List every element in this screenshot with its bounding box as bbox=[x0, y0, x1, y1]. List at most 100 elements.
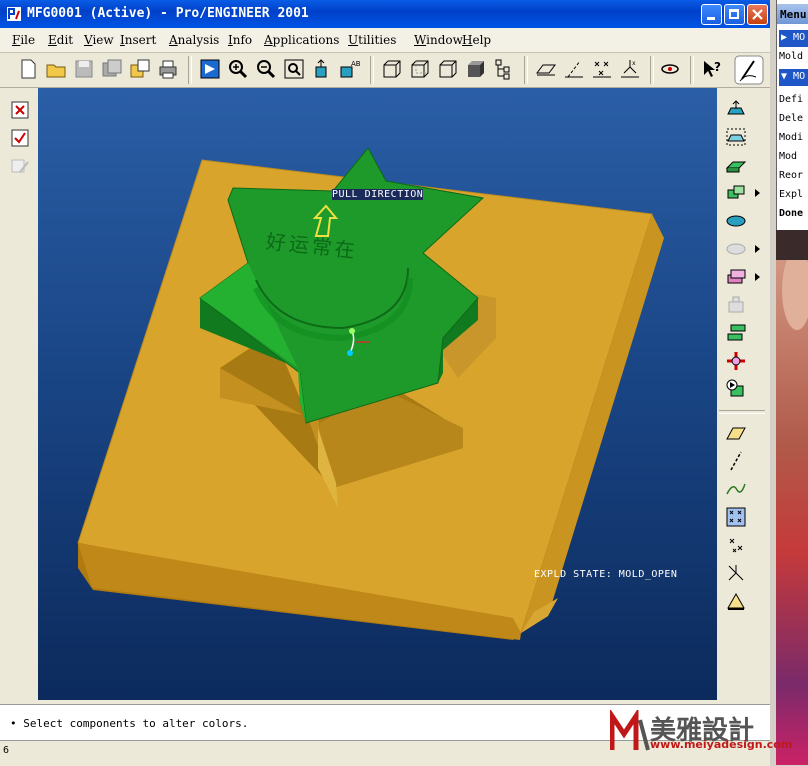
menu-row-modify[interactable]: Modi bbox=[779, 132, 803, 143]
menu-manager: Menu ▶ MO Mold ▼ MO Defi Dele Modi Mod R… bbox=[776, 0, 808, 230]
no-hidden-icon[interactable] bbox=[436, 57, 460, 81]
edit-component-icon bbox=[11, 159, 29, 173]
command-prefix: 6 bbox=[3, 745, 10, 756]
save-icon[interactable] bbox=[72, 57, 96, 81]
datum-curve-tool-icon[interactable] bbox=[725, 478, 747, 500]
close-icon bbox=[752, 9, 763, 20]
menu-analysis[interactable]: Analysis bbox=[169, 33, 219, 47]
meiya-logo-icon bbox=[610, 710, 650, 751]
new-file-icon[interactable] bbox=[16, 57, 40, 81]
background-photo bbox=[776, 230, 808, 765]
maximize-button[interactable] bbox=[724, 4, 745, 25]
menu-file[interactable]: File bbox=[12, 33, 35, 47]
orient-icon[interactable] bbox=[310, 57, 334, 81]
workpiece-icon[interactable] bbox=[725, 126, 747, 148]
datum-point-pattern-icon[interactable] bbox=[725, 506, 747, 528]
menu-row-mod[interactable]: Mod bbox=[779, 151, 797, 162]
delete-component-icon[interactable] bbox=[10, 100, 30, 120]
menu-header-mold-comp[interactable]: ▼ MO bbox=[779, 69, 808, 86]
face-shape bbox=[782, 250, 808, 330]
svg-text:x: x bbox=[632, 60, 636, 67]
status-message: • Select components to alter colors. bbox=[10, 717, 249, 730]
context-help-icon[interactable]: ? bbox=[700, 57, 724, 81]
analysis-feature-icon[interactable] bbox=[725, 590, 747, 612]
save-copy-icon[interactable] bbox=[100, 57, 124, 81]
spin-center-icon[interactable] bbox=[658, 57, 682, 81]
saved-views-icon[interactable]: AB bbox=[338, 57, 362, 81]
volume-icon[interactable] bbox=[725, 210, 747, 232]
accept-component-icon[interactable] bbox=[10, 128, 30, 148]
sketch-pencil-icon[interactable] bbox=[734, 55, 764, 85]
casting-icon bbox=[728, 296, 744, 313]
repaint-icon[interactable] bbox=[198, 57, 222, 81]
hair-shape bbox=[776, 230, 808, 260]
maximize-icon bbox=[729, 9, 739, 19]
flyout-arrow-icon[interactable] bbox=[755, 245, 760, 253]
menu-view[interactable]: View bbox=[84, 33, 114, 47]
menu-utilities[interactable]: Utilities bbox=[348, 33, 396, 47]
menu-manager-title: Menu bbox=[777, 4, 808, 24]
datum-plane-tool-icon[interactable] bbox=[725, 422, 747, 444]
title-bar[interactable]: MFG0001 (Active) - Pro/ENGINEER 2001 bbox=[0, 0, 770, 28]
main-toolbar: AB x ? bbox=[0, 53, 770, 88]
mold-model[interactable] bbox=[38, 88, 717, 700]
menu-insert[interactable]: Insert bbox=[120, 33, 156, 47]
menu-bar: File Edit View Insert Analysis Info Appl… bbox=[0, 28, 770, 53]
refit-icon[interactable] bbox=[282, 57, 306, 81]
datum-point-tool-icon[interactable] bbox=[725, 534, 747, 556]
print-icon[interactable] bbox=[156, 57, 180, 81]
menu-info[interactable]: Info bbox=[228, 33, 252, 47]
parting-surface-icon[interactable] bbox=[725, 182, 747, 204]
backup-icon[interactable] bbox=[128, 57, 152, 81]
datum-axes-icon[interactable] bbox=[562, 57, 586, 81]
flyout-arrow-icon[interactable] bbox=[755, 273, 760, 281]
open-folder-icon[interactable] bbox=[44, 57, 68, 81]
flyout-arrow-icon[interactable] bbox=[755, 189, 760, 197]
split-icon bbox=[726, 243, 746, 255]
extract-icon[interactable] bbox=[725, 266, 747, 288]
proe-app-icon bbox=[7, 7, 21, 21]
menu-window[interactable]: Window bbox=[414, 33, 463, 47]
mold-layout-icon[interactable] bbox=[725, 98, 747, 120]
minimize-icon bbox=[707, 17, 715, 20]
model-tree-icon[interactable] bbox=[492, 57, 516, 81]
menu-row-reorder[interactable]: Reor bbox=[779, 170, 803, 181]
close-button[interactable] bbox=[747, 4, 768, 25]
minimize-button[interactable] bbox=[701, 4, 722, 25]
shading-icon[interactable] bbox=[464, 57, 488, 81]
datum-axis-tool-icon[interactable] bbox=[725, 450, 747, 472]
explode-state-label: EXPLD STATE: MOLD_OPEN bbox=[534, 569, 678, 580]
shrinkage-icon[interactable] bbox=[725, 154, 747, 176]
watermark-url: www.meiyadesign.com bbox=[650, 738, 793, 751]
graphics-window[interactable]: PULL DIRECTION 好运常在 EXPLD STATE: MOLD_OP… bbox=[38, 88, 717, 700]
right-toolbar bbox=[717, 88, 770, 700]
simulation-icon[interactable] bbox=[725, 378, 747, 400]
datum-points-icon[interactable] bbox=[590, 57, 614, 81]
svg-text:?: ? bbox=[714, 60, 721, 74]
menu-header-mold[interactable]: ▶ MO bbox=[779, 30, 808, 47]
mold-opening-icon[interactable] bbox=[725, 322, 747, 344]
pull-direction-label: PULL DIRECTION bbox=[332, 189, 424, 200]
zoom-in-icon[interactable] bbox=[226, 57, 250, 81]
wireframe-icon[interactable] bbox=[380, 57, 404, 81]
menu-row-define[interactable]: Defi bbox=[779, 94, 803, 105]
hidden-line-icon[interactable] bbox=[408, 57, 432, 81]
menu-help[interactable]: Help bbox=[462, 33, 491, 47]
watermark-logo: 美雅設計 www.meiyadesign.com bbox=[610, 708, 800, 758]
menu-applications[interactable]: Applications bbox=[264, 33, 339, 47]
proe-window: MFG0001 (Active) - Pro/ENGINEER 2001 Fil… bbox=[0, 0, 770, 766]
menu-row-mold[interactable]: Mold bbox=[779, 51, 803, 62]
left-toolbar bbox=[0, 88, 38, 700]
menu-row-done[interactable]: Done bbox=[779, 208, 803, 219]
toolbar-separator bbox=[719, 410, 765, 414]
menu-edit[interactable]: Edit bbox=[48, 33, 73, 47]
zoom-out-icon[interactable] bbox=[254, 57, 278, 81]
svg-text:AB: AB bbox=[351, 60, 361, 68]
datum-planes-icon[interactable] bbox=[534, 57, 558, 81]
menu-row-delete[interactable]: Dele bbox=[779, 113, 803, 124]
window-title: MFG0001 (Active) - Pro/ENGINEER 2001 bbox=[27, 6, 309, 21]
coord-system-tool-icon[interactable] bbox=[725, 562, 747, 584]
coord-systems-icon[interactable]: x bbox=[618, 57, 642, 81]
menu-row-explode[interactable]: Expl bbox=[779, 189, 803, 200]
mold-check-icon[interactable] bbox=[725, 350, 747, 372]
